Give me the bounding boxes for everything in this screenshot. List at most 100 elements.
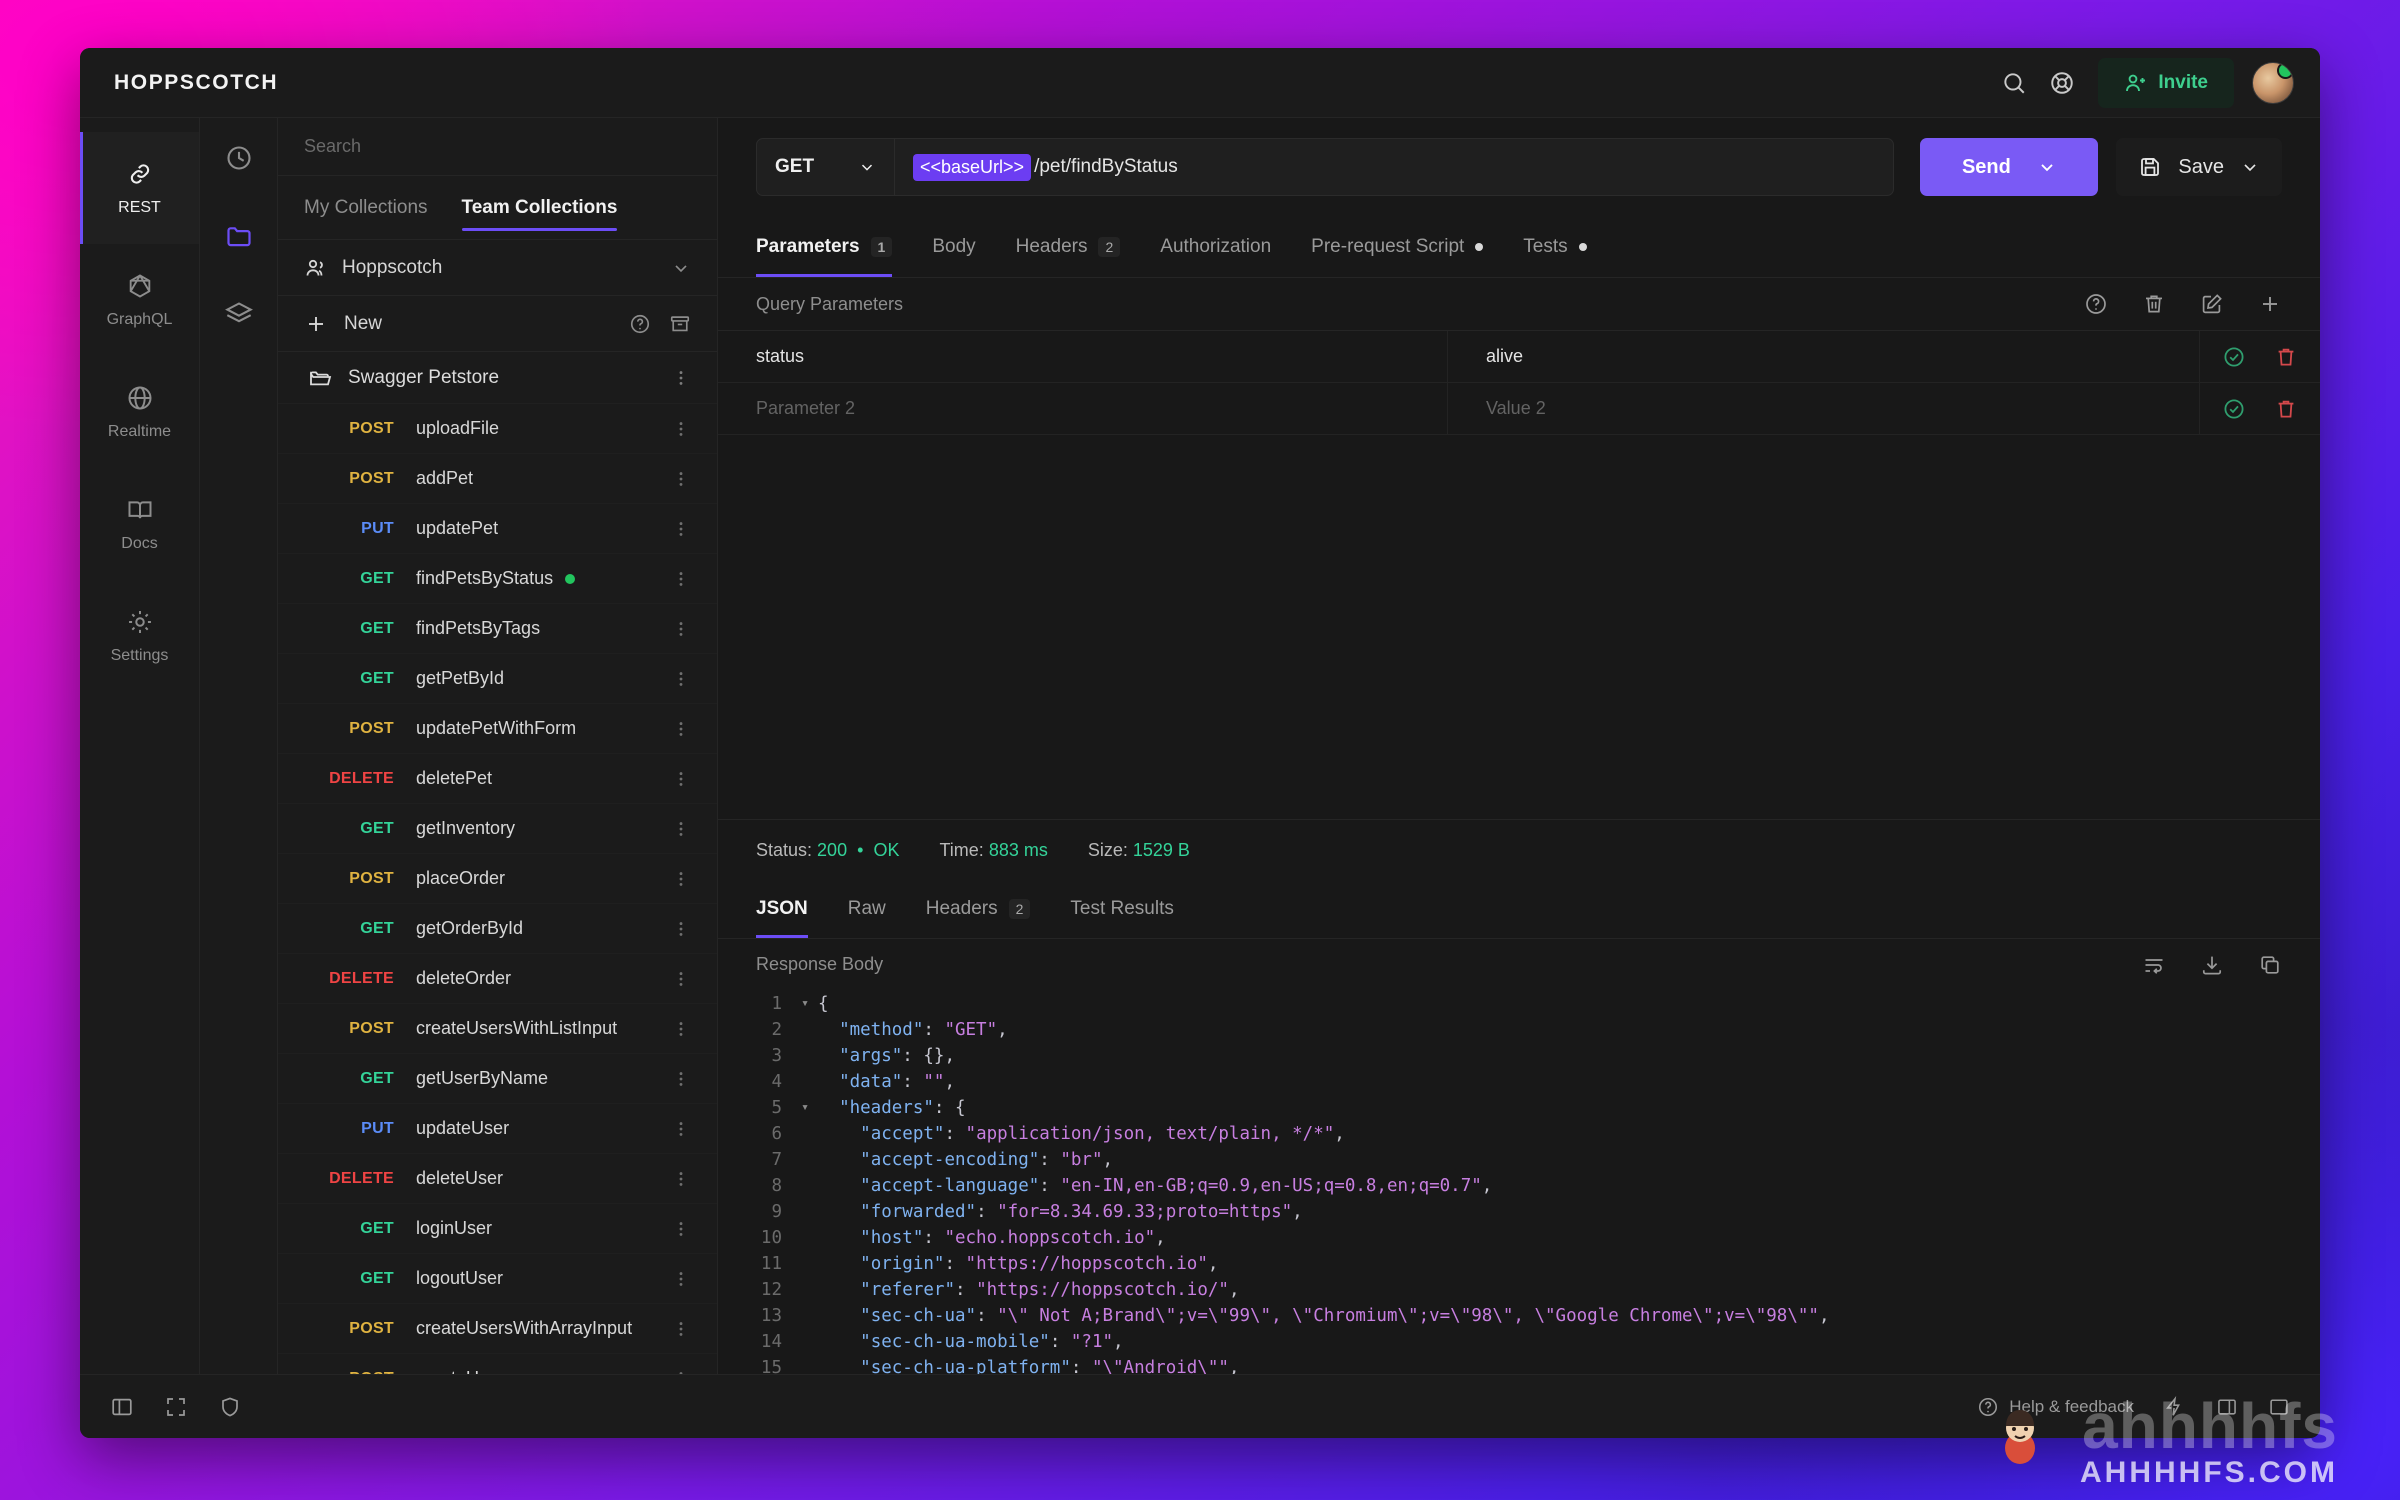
- more-options-icon[interactable]: [671, 669, 691, 689]
- history-clock-icon[interactable]: [217, 136, 261, 180]
- more-options-icon[interactable]: [671, 919, 691, 939]
- download-icon[interactable]: [2200, 953, 2224, 977]
- list-item[interactable]: POST updatePetWithForm: [278, 704, 717, 754]
- response-tab-headers[interactable]: Headers 2: [926, 881, 1031, 938]
- layers-icon[interactable]: [217, 292, 261, 336]
- new-collection-row[interactable]: New: [278, 296, 717, 352]
- toggle-param-icon[interactable]: [2222, 345, 2246, 369]
- more-options-icon[interactable]: [671, 1269, 691, 1289]
- more-options-icon[interactable]: [671, 569, 691, 589]
- list-item[interactable]: PUT updateUser: [278, 1104, 717, 1154]
- list-item[interactable]: DELETE deleteOrder: [278, 954, 717, 1004]
- team-selector[interactable]: Hoppscotch: [278, 240, 717, 296]
- expand-icon[interactable]: [164, 1395, 188, 1419]
- collection-folder-row[interactable]: Swagger Petstore: [278, 352, 717, 404]
- delete-param-icon[interactable]: [2274, 345, 2298, 369]
- response-tab-json[interactable]: JSON: [756, 881, 808, 938]
- help-circle-icon[interactable]: [2084, 292, 2108, 316]
- sidebar-item-realtime[interactable]: Realtime: [80, 356, 199, 468]
- edit-icon[interactable]: [2200, 292, 2224, 316]
- help-circle-icon[interactable]: [629, 313, 651, 335]
- more-options-icon[interactable]: [671, 969, 691, 989]
- more-options-icon[interactable]: [671, 869, 691, 889]
- more-options-icon[interactable]: [671, 419, 691, 439]
- table-row[interactable]: status alive: [718, 331, 2320, 383]
- send-button[interactable]: Send: [1920, 138, 2098, 196]
- lifebuoy-icon[interactable]: [2040, 61, 2084, 105]
- list-item[interactable]: GET findPetsByTags: [278, 604, 717, 654]
- sidebar-toggle-icon[interactable]: [110, 1395, 134, 1419]
- list-item[interactable]: GET getOrderById: [278, 904, 717, 954]
- more-options-icon[interactable]: [671, 1169, 691, 1189]
- chevron-down-icon[interactable]: [2037, 157, 2057, 177]
- invite-button[interactable]: Invite: [2098, 58, 2234, 108]
- panel-toggle-icon[interactable]: [2216, 1396, 2238, 1418]
- sidebar-item-docs[interactable]: Docs: [80, 468, 199, 580]
- list-item[interactable]: PUT updatePet: [278, 504, 717, 554]
- shield-icon[interactable]: [218, 1395, 242, 1419]
- list-item[interactable]: GET logoutUser: [278, 1254, 717, 1304]
- more-options-icon[interactable]: [671, 1019, 691, 1039]
- list-item[interactable]: GET getInventory: [278, 804, 717, 854]
- more-options-icon[interactable]: [671, 819, 691, 839]
- avatar[interactable]: [2252, 62, 2294, 104]
- save-button[interactable]: Save: [2116, 138, 2282, 196]
- method-selector[interactable]: GET: [756, 138, 894, 196]
- trash-icon[interactable]: [2142, 292, 2166, 316]
- search-icon[interactable]: [1992, 61, 2036, 105]
- param-key-cell[interactable]: Parameter 2: [718, 383, 1448, 434]
- search-input[interactable]: [304, 136, 691, 157]
- response-tab-test-results[interactable]: Test Results: [1070, 881, 1173, 938]
- more-options-icon[interactable]: [671, 719, 691, 739]
- chevron-down-icon[interactable]: [2240, 157, 2260, 177]
- tab-my-collections[interactable]: My Collections: [304, 176, 428, 239]
- sidebar-item-rest[interactable]: REST: [80, 132, 199, 244]
- folder-icon[interactable]: [217, 214, 261, 258]
- json-response-viewer[interactable]: 1 ▾ { 2 "method": "GET", 3 "args": {}, 4…: [718, 991, 2320, 1375]
- tab-authorization[interactable]: Authorization: [1160, 216, 1271, 277]
- lightning-icon[interactable]: [2164, 1396, 2186, 1418]
- more-options-icon[interactable]: [671, 519, 691, 539]
- more-options-icon[interactable]: [671, 368, 691, 388]
- sidebar-item-settings[interactable]: Settings: [80, 580, 199, 692]
- more-options-icon[interactable]: [671, 1069, 691, 1089]
- wrap-lines-icon[interactable]: [2142, 953, 2166, 977]
- fullscreen-icon[interactable]: [2268, 1396, 2290, 1418]
- more-options-icon[interactable]: [671, 619, 691, 639]
- list-item[interactable]: GET getUserByName: [278, 1054, 717, 1104]
- list-item[interactable]: DELETE deleteUser: [278, 1154, 717, 1204]
- param-value-cell[interactable]: Value 2: [1448, 383, 2200, 434]
- fold-toggle-icon[interactable]: ▾: [792, 991, 818, 1017]
- tab-body[interactable]: Body: [932, 216, 975, 277]
- tab-pre-request-script[interactable]: Pre-request Script: [1311, 216, 1483, 277]
- copy-icon[interactable]: [2258, 953, 2282, 977]
- delete-param-icon[interactable]: [2274, 397, 2298, 421]
- param-value-cell[interactable]: alive: [1448, 331, 2200, 382]
- list-item[interactable]: POST createUsersWithListInput: [278, 1004, 717, 1054]
- url-input[interactable]: <<baseUrl>> /pet/findByStatus: [894, 138, 1894, 196]
- more-options-icon[interactable]: [671, 469, 691, 489]
- more-options-icon[interactable]: [671, 1219, 691, 1239]
- tab-team-collections[interactable]: Team Collections: [462, 176, 618, 239]
- param-key-cell[interactable]: status: [718, 331, 1448, 382]
- fold-toggle-icon[interactable]: ▾: [792, 1095, 818, 1121]
- plus-icon[interactable]: [2258, 292, 2282, 316]
- list-item[interactable]: GET getPetById: [278, 654, 717, 704]
- sidebar-item-graphql[interactable]: GraphQL: [80, 244, 199, 356]
- list-item[interactable]: POST uploadFile: [278, 404, 717, 454]
- response-tab-raw[interactable]: Raw: [848, 881, 886, 938]
- list-item[interactable]: GET loginUser: [278, 1204, 717, 1254]
- more-options-icon[interactable]: [671, 1119, 691, 1139]
- list-item[interactable]: GET findPetsByStatus: [278, 554, 717, 604]
- list-item[interactable]: DELETE deletePet: [278, 754, 717, 804]
- tab-parameters[interactable]: Parameters 1: [756, 216, 892, 277]
- list-item[interactable]: POST placeOrder: [278, 854, 717, 904]
- list-item[interactable]: POST createUser: [278, 1354, 717, 1374]
- more-options-icon[interactable]: [671, 1319, 691, 1339]
- chevron-down-icon[interactable]: [671, 258, 691, 278]
- list-item[interactable]: POST createUsersWithArrayInput: [278, 1304, 717, 1354]
- table-row[interactable]: Parameter 2 Value 2: [718, 383, 2320, 435]
- tab-headers[interactable]: Headers 2: [1016, 216, 1121, 277]
- archive-icon[interactable]: [669, 313, 691, 335]
- list-item[interactable]: POST addPet: [278, 454, 717, 504]
